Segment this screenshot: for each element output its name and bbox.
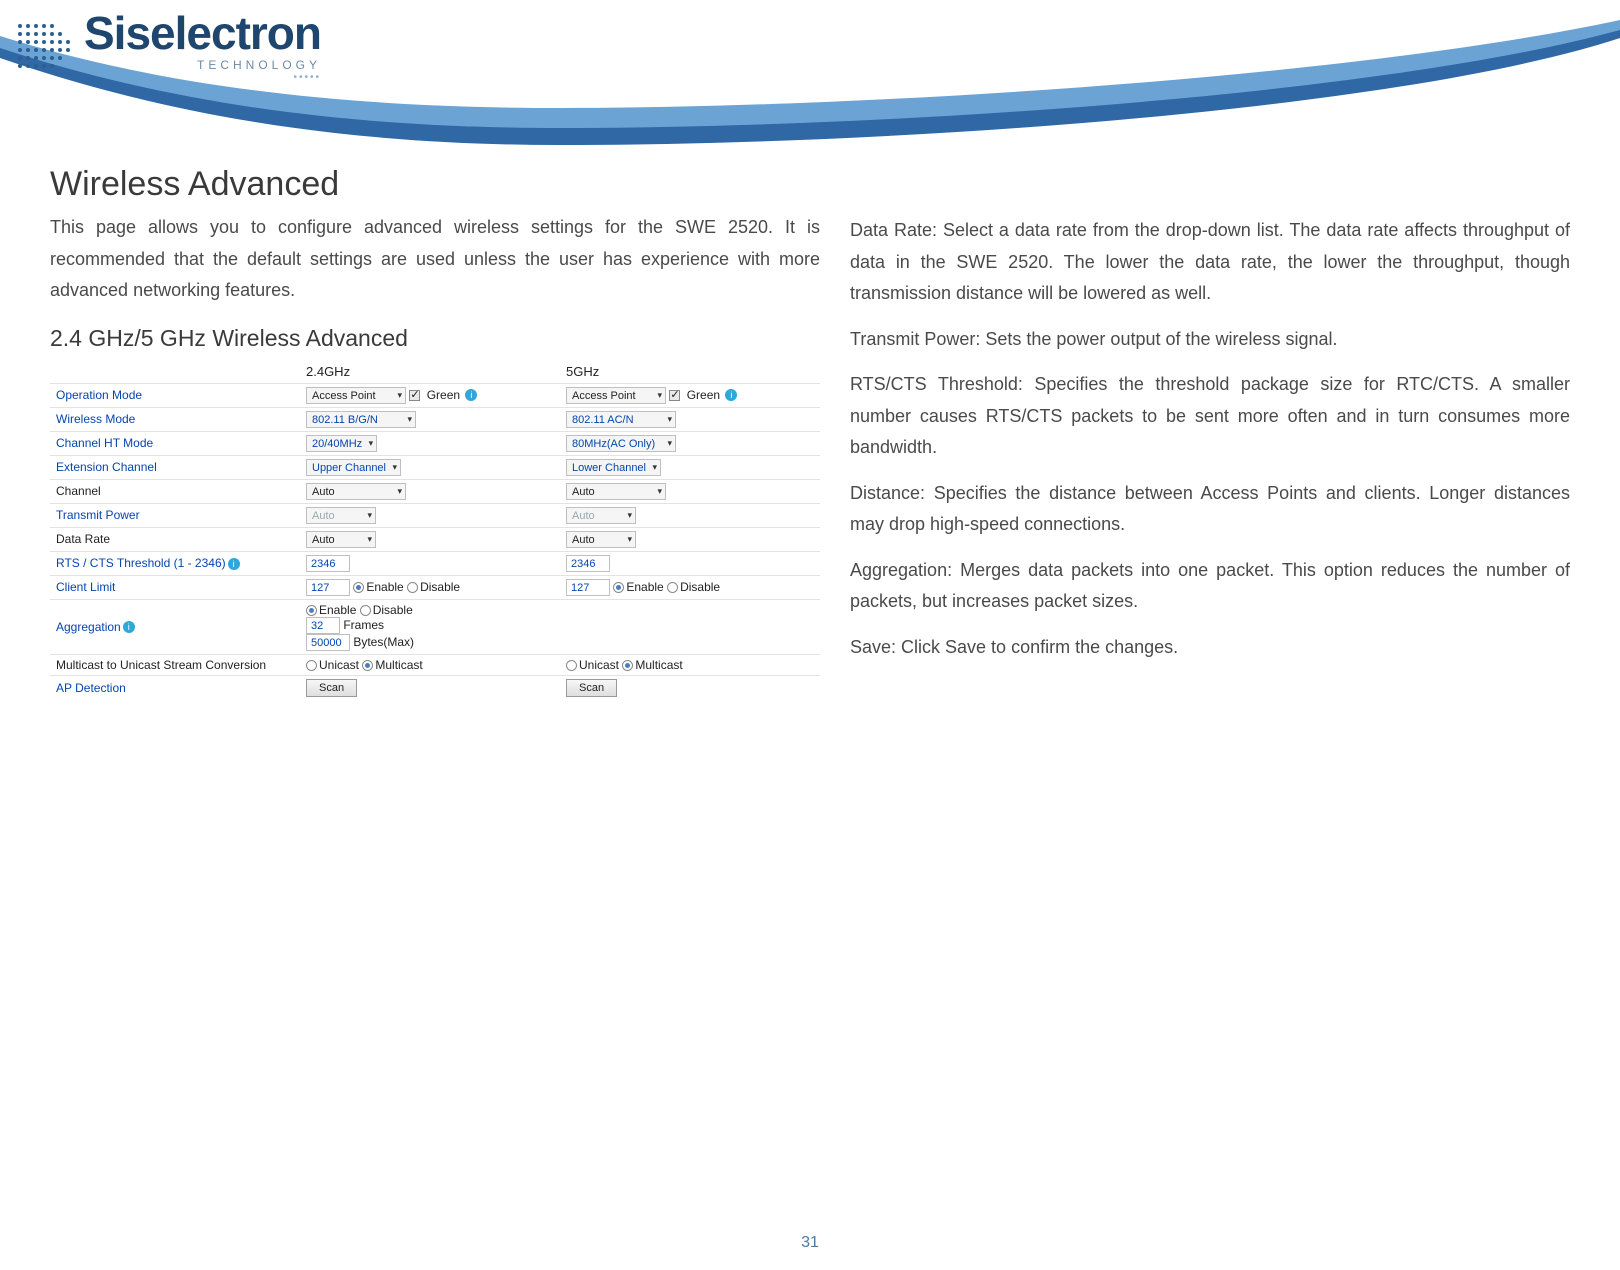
drate-24-select[interactable]: Auto: [306, 531, 376, 548]
scan-24-button[interactable]: Scan: [306, 679, 357, 697]
extch-24-select[interactable]: Upper Channel: [306, 459, 401, 476]
scan-5-button[interactable]: Scan: [566, 679, 617, 697]
climit-5-input[interactable]: 127: [566, 579, 610, 596]
wireless-settings-table: 2.4GHz 5GHz Operation Mode Access Point …: [50, 360, 820, 700]
green-24-label: Green: [427, 388, 460, 402]
para-transmit-power: Transmit Power: Sets the power output of…: [850, 324, 1570, 356]
label-multicast: Multicast to Unicast Stream Conversion: [50, 654, 300, 675]
aggr-frames-label: Frames: [343, 618, 384, 632]
right-column: Data Rate: Select a data rate from the d…: [850, 165, 1570, 700]
mcast-24-multicast-radio[interactable]: [362, 660, 373, 671]
para-save: Save: Click Save to confirm the changes.: [850, 632, 1570, 664]
climit-24-input[interactable]: 127: [306, 579, 350, 596]
climit-24-disable-radio[interactable]: [407, 582, 418, 593]
opmode-24-select[interactable]: Access Point: [306, 387, 406, 404]
mcast-5-multicast-radio[interactable]: [622, 660, 633, 671]
green-5-label: Green: [687, 388, 720, 402]
label-wireless-mode: Wireless Mode: [50, 407, 300, 431]
rts-24-input[interactable]: 2346: [306, 555, 350, 572]
rts-5-input[interactable]: 2346: [566, 555, 610, 572]
green-5-checkbox[interactable]: [669, 390, 680, 401]
htmode-24-select[interactable]: 20/40MHz: [306, 435, 377, 452]
col-5ghz: 5GHz: [560, 360, 820, 384]
label-client-limit: Client Limit: [50, 575, 300, 599]
para-distance: Distance: Specifies the distance between…: [850, 478, 1570, 541]
label-ht-mode: Channel HT Mode: [50, 431, 300, 455]
txpower-24-select[interactable]: Auto: [306, 507, 376, 524]
help-icon[interactable]: i: [228, 558, 240, 570]
logo-icon: [12, 16, 74, 78]
climit-24-enable-radio[interactable]: [353, 582, 364, 593]
climit-5-enable-radio[interactable]: [613, 582, 624, 593]
drate-5-select[interactable]: Auto: [566, 531, 636, 548]
aggr-24-disable-radio[interactable]: [360, 605, 371, 616]
para-data-rate: Data Rate: Select a data rate from the d…: [850, 215, 1570, 310]
help-icon[interactable]: i: [123, 621, 135, 633]
content-area: Wireless Advanced This page allows you t…: [0, 145, 1620, 700]
label-ext-channel: Extension Channel: [50, 455, 300, 479]
para-aggregation: Aggregation: Merges data packets into on…: [850, 555, 1570, 618]
label-channel: Channel: [50, 479, 300, 503]
green-24-checkbox[interactable]: [409, 390, 420, 401]
help-icon[interactable]: i: [465, 389, 477, 401]
label-data-rate: Data Rate: [50, 527, 300, 551]
brand-name: Siselectron: [84, 10, 321, 56]
page-number: 31: [0, 1234, 1620, 1252]
extch-5-select[interactable]: Lower Channel: [566, 459, 661, 476]
header-banner: Siselectron TECHNOLOGY •••••: [0, 0, 1620, 145]
txpower-5-select[interactable]: Auto: [566, 507, 636, 524]
brand-logo: Siselectron TECHNOLOGY •••••: [12, 10, 321, 83]
label-rts: RTS / CTS Threshold (1 - 2346)i: [50, 551, 300, 575]
mcast-5-unicast-radio[interactable]: [566, 660, 577, 671]
intro-paragraph: This page allows you to configure advanc…: [50, 212, 820, 307]
section-heading: 2.4 GHz/5 GHz Wireless Advanced: [50, 325, 820, 352]
channel-5-select[interactable]: Auto: [566, 483, 666, 500]
brand-dots: •••••: [84, 72, 321, 83]
aggr-bytes-input[interactable]: 50000: [306, 634, 350, 651]
aggr-24-enable-radio[interactable]: [306, 605, 317, 616]
brand-sub: TECHNOLOGY: [84, 58, 321, 72]
mcast-24-unicast-radio[interactable]: [306, 660, 317, 671]
aggr-bytes-label: Bytes(Max): [353, 635, 414, 649]
wmode-5-select[interactable]: 802.11 AC/N: [566, 411, 676, 428]
htmode-5-select[interactable]: 80MHz(AC Only): [566, 435, 676, 452]
page-title: Wireless Advanced: [50, 165, 820, 204]
label-ap-detection: AP Detection: [50, 675, 300, 700]
help-icon[interactable]: i: [725, 389, 737, 401]
label-operation-mode: Operation Mode: [50, 383, 300, 407]
opmode-5-select[interactable]: Access Point: [566, 387, 666, 404]
label-tx-power: Transmit Power: [50, 503, 300, 527]
climit-5-disable-radio[interactable]: [667, 582, 678, 593]
para-rts: RTS/CTS Threshold: Specifies the thresho…: [850, 369, 1570, 464]
left-column: Wireless Advanced This page allows you t…: [50, 165, 820, 700]
wmode-24-select[interactable]: 802.11 B/G/N: [306, 411, 416, 428]
label-aggregation: Aggregationi: [50, 599, 300, 654]
col-24ghz: 2.4GHz: [300, 360, 560, 384]
aggr-frames-input[interactable]: 32: [306, 617, 340, 634]
channel-24-select[interactable]: Auto: [306, 483, 406, 500]
